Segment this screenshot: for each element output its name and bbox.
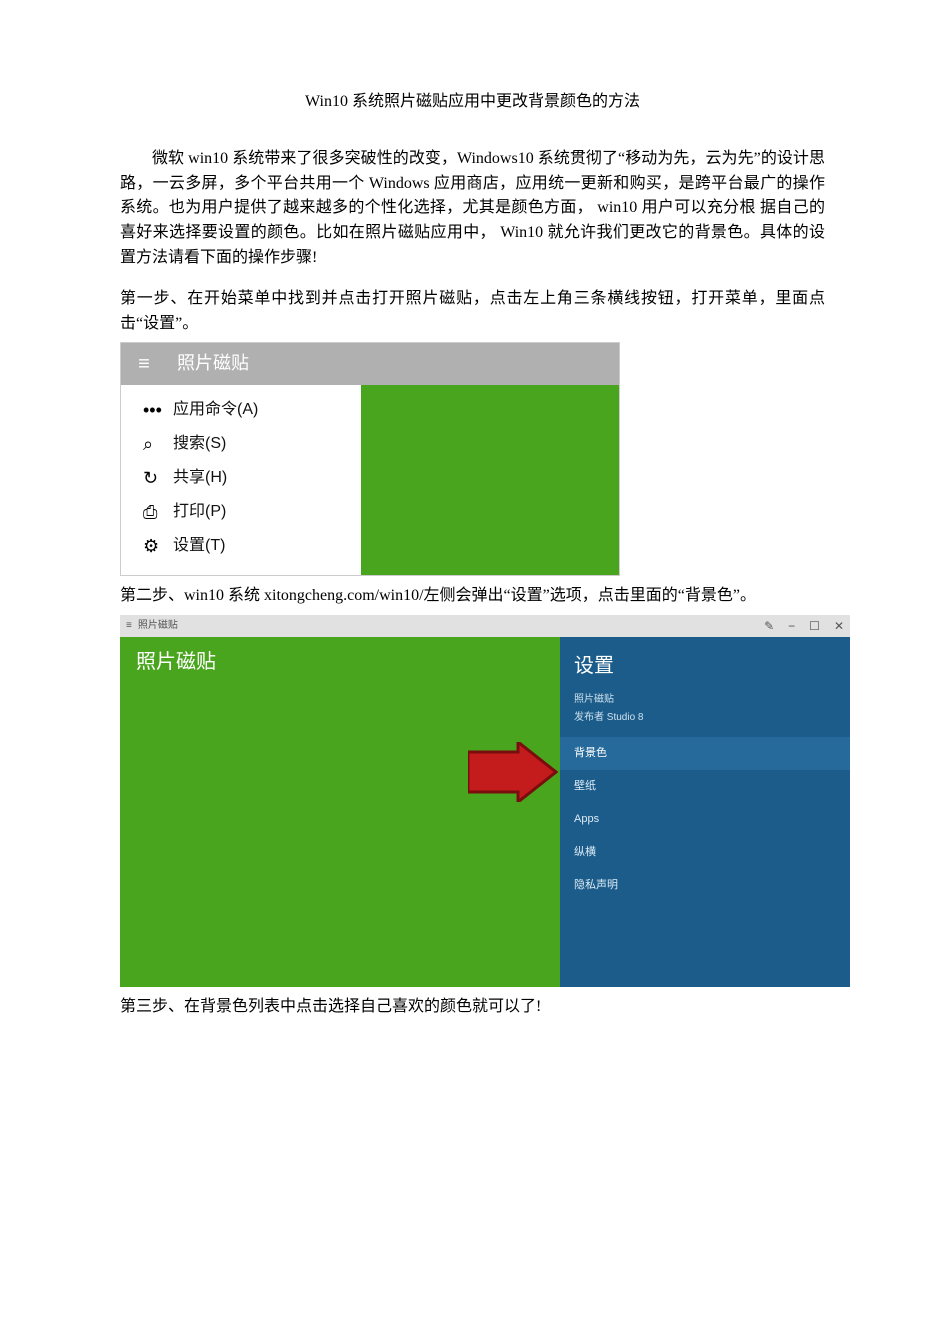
settings-item-privacy[interactable]: 隐私声明 [560,869,850,902]
edit-icon[interactable]: ✎ [764,620,774,632]
document-title: Win10 系统照片磁贴应用中更改背景颜色的方法 [120,90,825,115]
intro-paragraph: 微软 win10 系统带来了很多突破性的改变，Windows10 系统贯彻了“移… [120,147,825,271]
screenshot-1: ≡ 照片磁贴 ••• 应用命令(A) ⌕ 搜索(S) ↻ 共享(H) ⎙ 打印(… [120,342,620,576]
menu-item-label: 搜索(S) [173,432,226,457]
menu-item-label: 应用命令(A) [173,398,258,423]
menu-item-app-commands[interactable]: ••• 应用命令(A) [121,393,361,427]
menu-item-print[interactable]: ⎙ 打印(P) [121,495,361,529]
print-icon: ⎙ [143,503,173,521]
shot2-app-title: 照片磁贴 [120,637,560,688]
screenshot-2: ≡ 照片磁贴 ✎ − ☐ ✕ 照片磁贴 设置 照片磁贴 发布者 Studio 8… [120,615,850,987]
shot1-content-area [361,385,619,575]
settings-panel-title: 设置 [574,651,836,682]
settings-panel-subtitle-2: 发布者 Studio 8 [574,710,836,726]
settings-panel-subtitle-1: 照片磁贴 [574,692,836,708]
step-2-text: 第二步、win10 系统 xitongcheng.com/win10/左侧会弹出… [120,584,825,609]
red-arrow-annotation [468,742,558,802]
settings-item-background-color[interactable]: 背景色 [560,737,850,770]
menu-item-label: 打印(P) [173,500,226,525]
shot1-menu: ••• 应用命令(A) ⌕ 搜索(S) ↻ 共享(H) ⎙ 打印(P) ⚙ 设置… [121,385,361,575]
ellipsis-icon: ••• [143,401,173,419]
shot2-window-titlebar: ≡ 照片磁贴 ✎ − ☐ ✕ [120,615,850,637]
window-title: 照片磁贴 [138,618,178,634]
menu-item-settings[interactable]: ⚙ 设置(T) [121,529,361,563]
share-icon: ↻ [143,469,173,487]
menu-item-label: 共享(H) [173,466,227,491]
menu-item-search[interactable]: ⌕ 搜索(S) [121,427,361,461]
step-1-text: 第一步、在开始菜单中找到并点击打开照片磁贴，点击左上角三条横线按钮，打开菜单，里… [120,287,825,337]
shot1-header: ≡ 照片磁贴 [121,343,619,385]
settings-item-layout[interactable]: 纵横 [560,836,850,869]
settings-item-apps[interactable]: Apps [560,803,850,836]
hamburger-icon[interactable]: ≡ [126,618,132,634]
shot2-main-area: 照片磁贴 [120,637,560,987]
minimize-icon[interactable]: − [788,620,795,632]
settings-panel-list: 背景色 壁纸 Apps 纵横 隐私声明 [560,737,850,902]
settings-panel: 设置 照片磁贴 发布者 Studio 8 背景色 壁纸 Apps 纵横 隐私声明 [560,637,850,987]
search-icon: ⌕ [143,435,173,453]
gear-icon: ⚙ [143,537,173,555]
close-icon[interactable]: ✕ [834,620,844,632]
shot1-app-title: 照片磁贴 [167,350,249,378]
maximize-icon[interactable]: ☐ [809,620,820,632]
menu-item-share[interactable]: ↻ 共享(H) [121,461,361,495]
step-3-text: 第三步、在背景色列表中点击选择自己喜欢的颜色就可以了! [120,995,825,1020]
menu-item-label: 设置(T) [173,534,225,559]
settings-item-wallpaper[interactable]: 壁纸 [560,770,850,803]
hamburger-icon[interactable]: ≡ [121,343,167,385]
